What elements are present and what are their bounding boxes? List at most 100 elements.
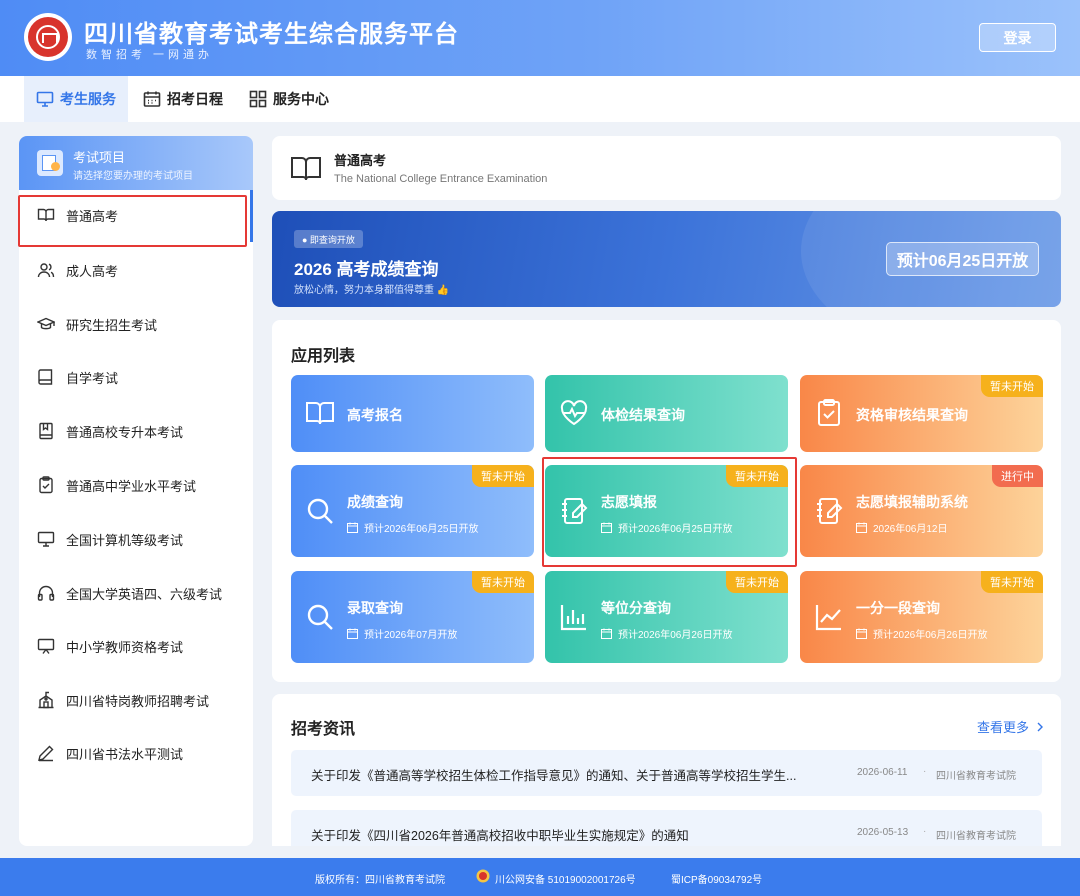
chevron-right-icon [1037,722,1043,732]
sidebar-item-special-post-teacher[interactable]: 四川省特岗教师招聘考试 [19,675,253,725]
app-card-physical-exam-result[interactable]: 体检结果查询 [545,375,788,452]
app-card-gaokao-registration[interactable]: 高考报名 [291,375,534,452]
heart-pulse-icon [560,400,588,426]
news-item-separator: · [923,766,927,777]
notebook-pen-icon [562,498,588,524]
sidebar-item-academic-level[interactable]: 普通高中学业水平考试 [19,460,253,510]
sidebar-item-label: 四川省特岗教师招聘考试 [66,693,210,709]
footer-copyright: 版权所有：四川省教育考试院 [315,875,445,886]
app-date: 预计2026年06月26日开放 [856,626,988,641]
clipboard-check-icon [818,399,840,426]
book-icon [38,369,53,385]
app-card-score-query[interactable]: 暂未开始 成绩查询 预计2026年06月25日开放 [291,465,534,557]
status-badge: 暂未开始 [472,571,534,593]
monitor-icon [36,91,54,107]
app-name: 一分一段查询 [856,600,940,616]
news-item-source: 四川省教育考试院 [936,831,1016,842]
book-open-icon [306,402,334,425]
app-card-application-assistant[interactable]: 进行中 志愿填报辅助系统 2026年06月12日 [800,465,1043,557]
app-date: 2026年06月12日 [856,520,948,535]
logo-emblem [28,17,68,57]
nav-tab-student-services[interactable]: 考生服务 [24,76,128,122]
news-title: 招考资讯 [291,721,356,738]
exam-sidebar: 考试项目 请选择您要办理的考试项目 普通高考 成人高考 研究生招生考试 自学考试… [19,136,253,846]
sidebar-item-upgrade-exam[interactable]: 普通高校专升本考试 [19,406,253,456]
news-panel: 招考资讯 查看更多 关于印发《普通高等学校招生体检工作指导意见》的通知、关于普通… [272,694,1061,846]
nav-tab-label: 服务中心 [273,91,329,107]
app-list-title: 应用列表 [291,348,356,365]
news-item-date: 2026-05-13 [857,827,909,838]
app-card-qualification-review[interactable]: 暂未开始 资格审核结果查询 [800,375,1043,452]
news-item-title: 关于印发《四川省2026年普通高校招收中职毕业生实施规定》的通知 [311,829,689,843]
line-chart-icon [815,605,841,631]
app-card-application-filling[interactable]: 暂未开始 志愿填报 预计2026年06月25日开放 [545,465,788,557]
sidebar-item-gaokao[interactable]: 普通高考 [19,190,253,240]
sidebar-item-adult-exam[interactable]: 成人高考 [19,245,253,295]
site-title: 四川省教育考试考生综合服务平台 [84,21,459,48]
sidebar-item-self-study[interactable]: 自学考试 [19,352,253,402]
exam-header-card: 普通高考 The National College Entrance Exami… [272,136,1061,200]
sidebar-item-label: 全国大学英语四、六级考试 [66,586,223,602]
sidebar-item-label: 全国计算机等级考试 [66,532,184,548]
nav-tab-schedule[interactable]: 招考日程 [143,76,223,122]
police-badge-icon [476,869,490,883]
book-open-icon [291,157,321,181]
status-badge: 进行中 [992,465,1043,487]
banner-open-date-badge: 预计06月25日开放 [886,242,1039,276]
app-card-score-distribution-query[interactable]: 暂未开始 一分一段查询 预计2026年06月26日开放 [800,571,1043,663]
sidebar-item-calligraphy[interactable]: 四川省书法水平测试 [19,728,253,778]
app-name: 成绩查询 [347,494,403,510]
sidebar-item-label: 普通高中学业水平考试 [66,478,197,494]
app-name: 志愿填报 [601,494,657,510]
search-icon [307,498,333,524]
app-name: 志愿填报辅助系统 [856,494,968,510]
sidebar-item-cet[interactable]: 全国大学英语四、六级考试 [19,568,253,618]
banner-subtitle: 放松心情，努力本身都值得尊重 👍 [294,285,450,296]
banner-badge: ● 即查询开放 [294,230,363,248]
exam-subtitle: The National College Entrance Examinatio… [334,173,548,185]
sidebar-item-postgraduate[interactable]: 研究生招生考试 [19,299,253,349]
app-card-equivalent-score-query[interactable]: 暂未开始 等位分查询 预计2026年06月26日开放 [545,571,788,663]
exam-items-icon [37,150,63,176]
app-name: 等位分查询 [601,600,671,616]
banner-title: 2026 高考成绩查询 [294,260,439,279]
nav-tab-label: 招考日程 [167,91,223,107]
sidebar-header: 考试项目 请选择您要办理的考试项目 [19,136,253,190]
site-header: 四川省教育考试考生综合服务平台 数智招考 一网通办 登录 [0,0,1080,76]
news-item-date: 2026-06-11 [857,767,908,778]
status-badge: 暂未开始 [726,465,788,487]
logo[interactable] [24,13,72,61]
calendar-icon [856,522,867,533]
score-query-banner[interactable]: ● 即查询开放 2026 高考成绩查询 放松心情，努力本身都值得尊重 👍 预计0… [272,211,1061,307]
sidebar-item-label: 中小学教师资格考试 [66,639,184,655]
sidebar-item-teacher-cert[interactable]: 中小学教师资格考试 [19,621,253,671]
app-name: 资格审核结果查询 [856,407,968,423]
footer-police-record[interactable]: 川公网安备 51019002001726号 [495,871,636,886]
status-badge: 暂未开始 [981,571,1043,593]
clipboard-check-icon [39,476,53,494]
app-date: 预计2026年06月25日开放 [601,520,733,535]
sidebar-item-computer-exam[interactable]: 全国计算机等级考试 [19,514,253,564]
pen-icon [38,745,54,762]
sidebar-header-title: 考试项目 [73,150,126,165]
bar-chart-icon [560,605,586,631]
headphones-icon [37,585,55,601]
app-list-panel: 应用列表 高考报名 体检结果查询 暂未开始 资格审核结果查询 暂未开始 成绩查询… [272,320,1061,682]
nav-tab-service-center[interactable]: 服务中心 [249,76,329,122]
site-footer: 版权所有：四川省教育考试院 川公网安备 51019002001726号 蜀ICP… [0,858,1080,896]
view-more-link[interactable]: 查看更多 [977,717,1044,736]
school-building-icon [38,691,54,709]
calendar-icon [601,628,612,639]
calendar-icon [143,91,161,107]
news-item[interactable]: 关于印发《四川省2026年普通高校招收中职毕业生实施规定》的通知 2026-05… [291,810,1042,846]
notebook-pen-icon [817,498,843,524]
news-item[interactable]: 关于印发《普通高等学校招生体检工作指导意见》的通知、关于普通高等学校招生学生..… [291,750,1042,796]
app-card-admission-query[interactable]: 暂未开始 录取查询 预计2026年07月开放 [291,571,534,663]
app-date: 预计2026年06月25日开放 [347,520,479,535]
footer-icp[interactable]: 蜀ICP备09034792号 [671,871,762,886]
graduation-cap-icon [37,317,55,330]
sidebar-item-label: 自学考试 [66,370,119,386]
sidebar-header-subtitle: 请选择您要办理的考试项目 [73,171,193,182]
login-button[interactable]: 登录 [979,23,1056,52]
status-badge: 暂未开始 [981,375,1043,397]
